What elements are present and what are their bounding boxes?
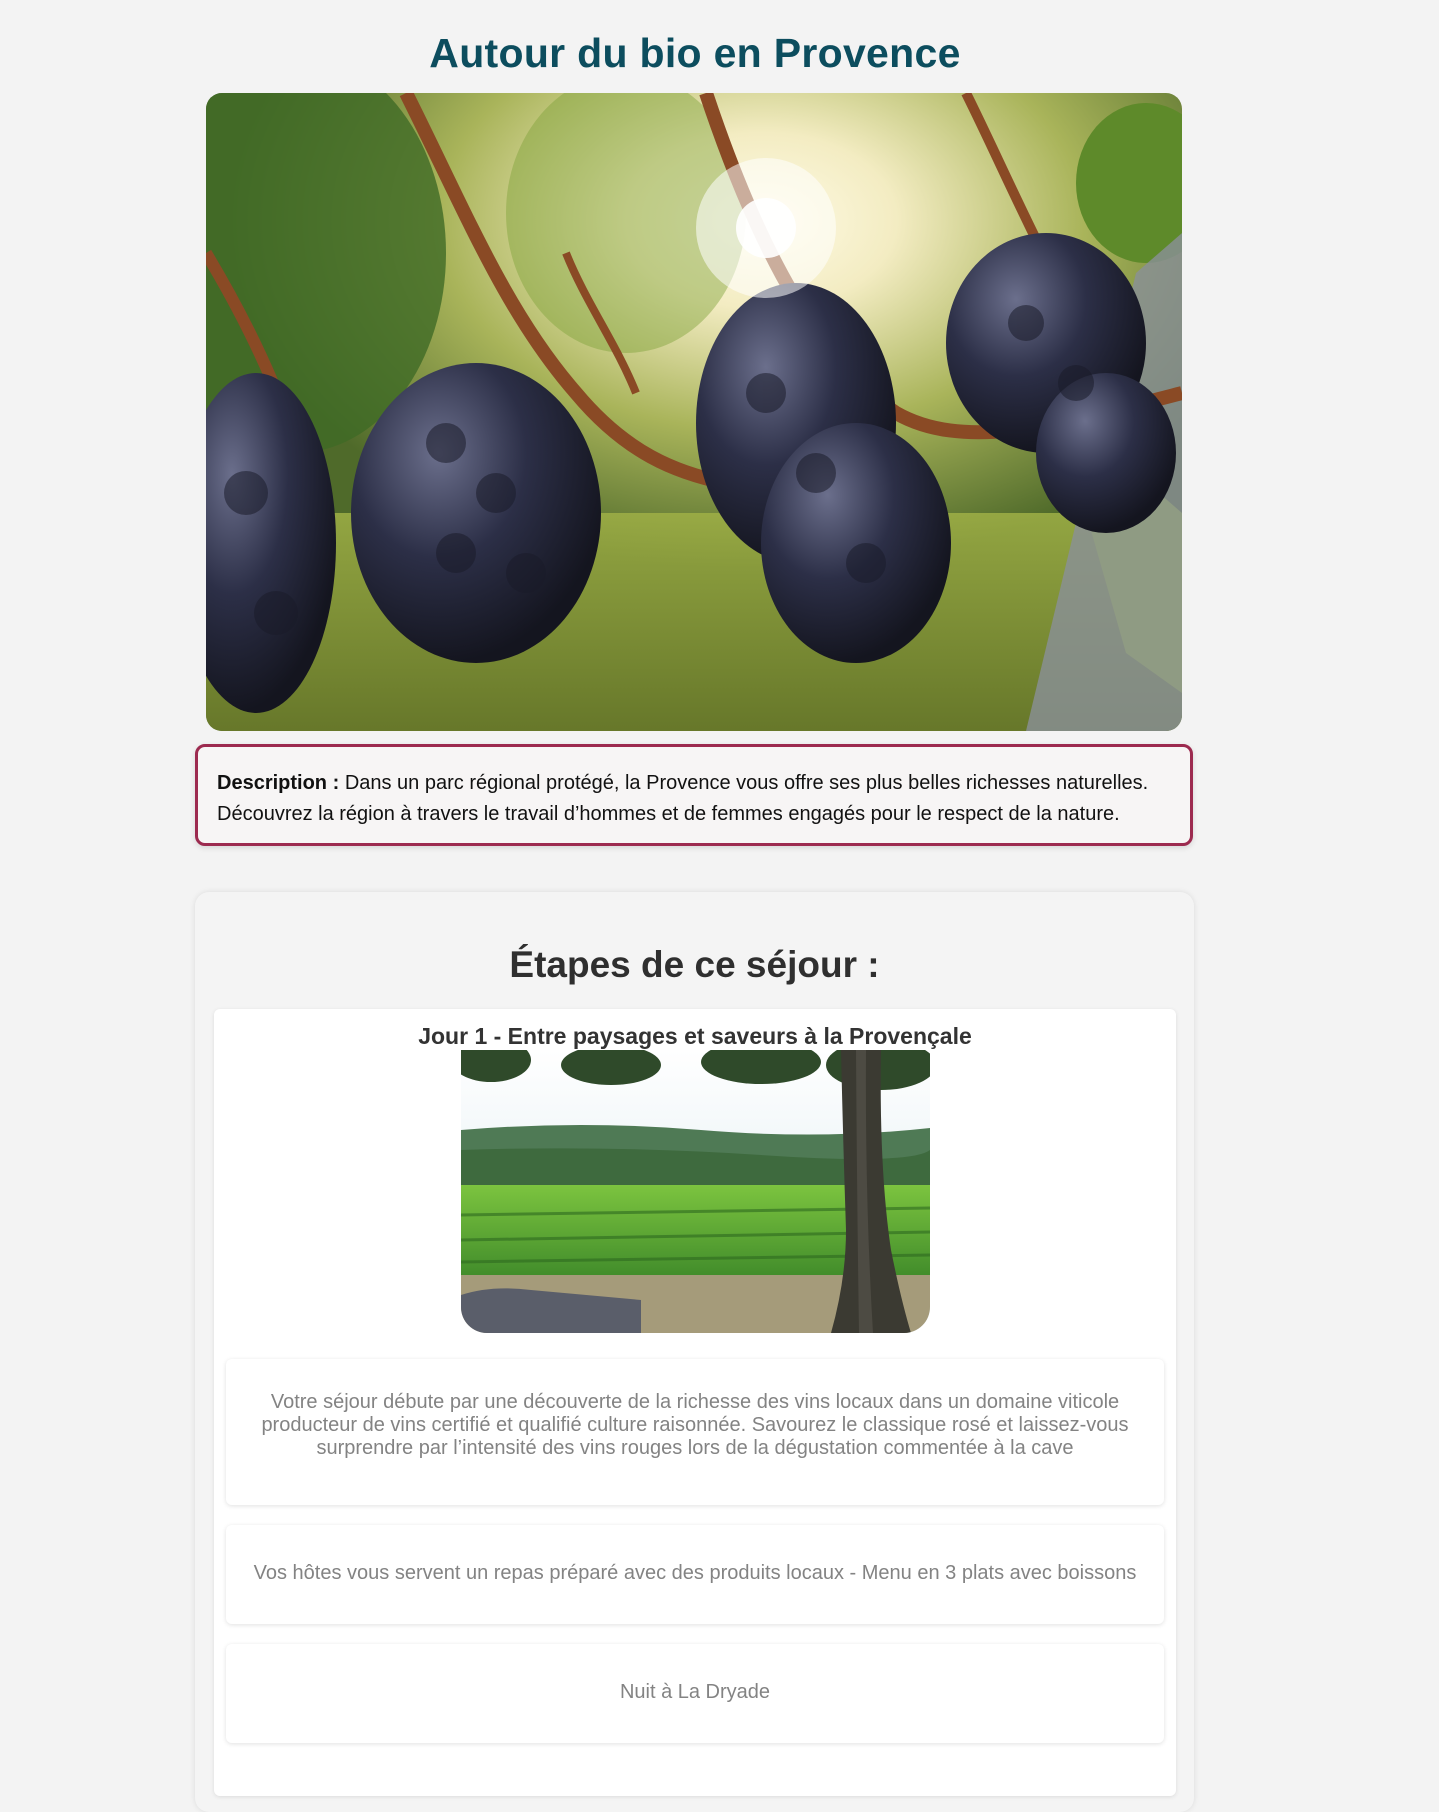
description-text: Dans un parc régional protégé, la Proven…: [217, 772, 1149, 825]
description-label: Description :: [217, 772, 340, 794]
steps-title: Étapes de ce séjour :: [509, 944, 880, 985]
page-title: Autour du bio en Provence: [429, 30, 961, 76]
activity-card: Nuit à La Dryade: [226, 1644, 1164, 1743]
day-card: Jour 1 - Entre paysages et saveurs à la …: [214, 1009, 1176, 1796]
activity-card: Votre séjour débute par une découverte d…: [226, 1359, 1164, 1505]
day-title: Jour 1 - Entre paysages et saveurs à la …: [418, 1023, 972, 1049]
grapes-photo: [206, 93, 1182, 731]
activity-text: Vos hôtes vous servent un repas préparé …: [253, 1562, 1137, 1584]
activity-text: Votre séjour débute par une découverte d…: [261, 1391, 1129, 1459]
hero-image: [206, 93, 1182, 731]
vineyard-photo: [461, 1050, 930, 1333]
steps-section: Étapes de ce séjour : Jour 1 - Entre pay…: [195, 892, 1194, 1812]
description-box: Description : Dans un parc régional prot…: [195, 744, 1193, 846]
day-image: [461, 1050, 930, 1333]
activity-text: Nuit à La Dryade: [619, 1681, 771, 1703]
activity-card: Vos hôtes vous servent un repas préparé …: [226, 1525, 1164, 1624]
